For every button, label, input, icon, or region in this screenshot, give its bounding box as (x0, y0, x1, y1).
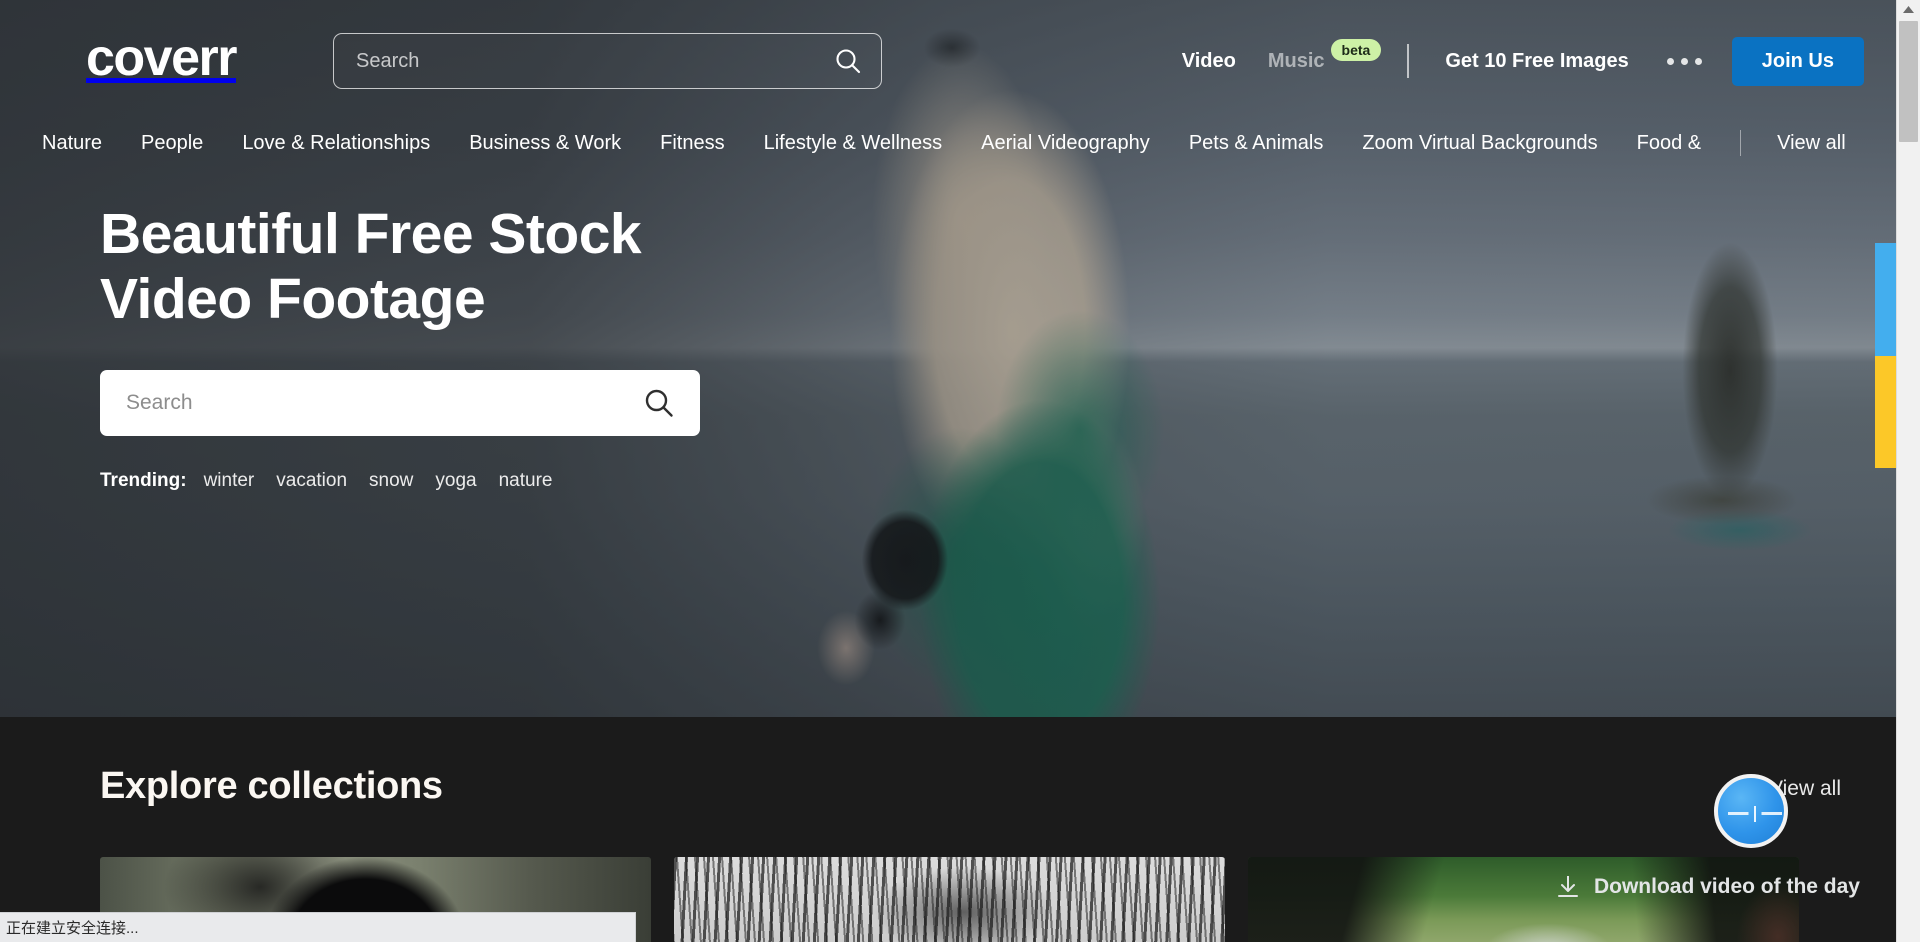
status-bar-text: 正在建立安全连接... (6, 920, 139, 937)
browser-status-bar: 正在建立安全连接... (0, 912, 636, 942)
edge-strip-blue (1875, 243, 1896, 356)
download-icon (1557, 876, 1578, 897)
header-link-free-images[interactable]: Get 10 Free Images (1429, 50, 1644, 73)
trending-label: Trending: (100, 469, 187, 491)
chevron-up-icon (1903, 6, 1914, 13)
logo-wordmark: coverr (86, 29, 238, 87)
category-love-relationships[interactable]: Love & Relationships (242, 132, 430, 155)
page-viewport: coverr Video Music beta Get 10 Free Imag… (0, 0, 1896, 942)
category-view-all[interactable]: View all (1777, 132, 1846, 155)
category-lifestyle-wellness[interactable]: Lifestyle & Wellness (764, 132, 943, 155)
category-divider (1740, 130, 1742, 156)
hero-title: Beautiful Free Stock Video Footage (100, 202, 642, 331)
beta-badge: beta (1330, 39, 1382, 61)
category-pets-animals[interactable]: Pets & Animals (1189, 132, 1324, 155)
top-navigation-bar: coverr Video Music beta Get 10 Free Imag… (0, 0, 1896, 130)
category-food[interactable]: Food & (1637, 132, 1701, 155)
trending-tag-nature[interactable]: nature (499, 470, 553, 492)
join-us-button[interactable]: Join Us (1731, 36, 1864, 86)
category-aerial-videography[interactable]: Aerial Videography (981, 132, 1150, 155)
category-nature[interactable]: Nature (42, 132, 102, 155)
loading-cursor-indicator (1714, 774, 1788, 848)
browser-scrollbar[interactable] (1896, 0, 1920, 942)
scrollbar-thumb[interactable] (1899, 21, 1918, 142)
collection-card[interactable] (674, 857, 1225, 942)
download-link-label: Download video of the day (1593, 875, 1860, 898)
header-right-group: Video Music beta Get 10 Free Images Join… (1166, 33, 1864, 89)
category-navigation: Nature People Love & Relationships Busin… (0, 120, 1896, 166)
ellipsis-dot (1666, 57, 1674, 65)
category-people[interactable]: People (141, 132, 203, 155)
category-business-work[interactable]: Business & Work (469, 132, 621, 155)
category-zoom-virtual-backgrounds[interactable]: Zoom Virtual Backgrounds (1362, 132, 1597, 155)
scrollbar-up-arrow[interactable] (1897, 0, 1920, 19)
header-divider (1407, 44, 1410, 78)
edge-strip-yellow (1875, 356, 1896, 468)
trending-tag-vacation[interactable]: vacation (276, 470, 347, 492)
hero-content: Beautiful Free Stock Video Footage Trend… (100, 202, 700, 492)
header-search-box[interactable] (333, 33, 882, 89)
category-fitness[interactable]: Fitness (660, 132, 724, 155)
ellipsis-icon[interactable] (1645, 57, 1724, 65)
trending-row: Trending: winter vacation snow yoga natu… (100, 470, 700, 492)
header-search-input[interactable] (356, 49, 833, 73)
search-icon[interactable] (833, 46, 863, 76)
hero-search-box[interactable] (100, 369, 700, 436)
trending-tag-yoga[interactable]: yoga (435, 470, 476, 492)
download-video-of-the-day-link[interactable]: Download video of the day (1556, 874, 1860, 900)
collections-heading: Explore collections (100, 765, 443, 807)
hero-search-input[interactable] (126, 390, 642, 415)
ellipsis-dot (1694, 57, 1702, 65)
ellipsis-dot (1680, 57, 1688, 65)
explore-collections-section: Explore collections View all (0, 717, 1896, 942)
header-link-music[interactable]: Music (1252, 50, 1331, 73)
trending-tag-winter[interactable]: winter (204, 470, 255, 492)
collection-thumbnail (674, 857, 1225, 942)
trending-tag-snow[interactable]: snow (369, 470, 413, 492)
coverr-logo[interactable]: coverr (42, 29, 238, 87)
cursor-indicator-tick (1754, 806, 1756, 822)
search-icon[interactable] (642, 386, 676, 420)
page-edge-color-strip (1875, 243, 1896, 468)
header-link-video[interactable]: Video (1166, 50, 1252, 73)
